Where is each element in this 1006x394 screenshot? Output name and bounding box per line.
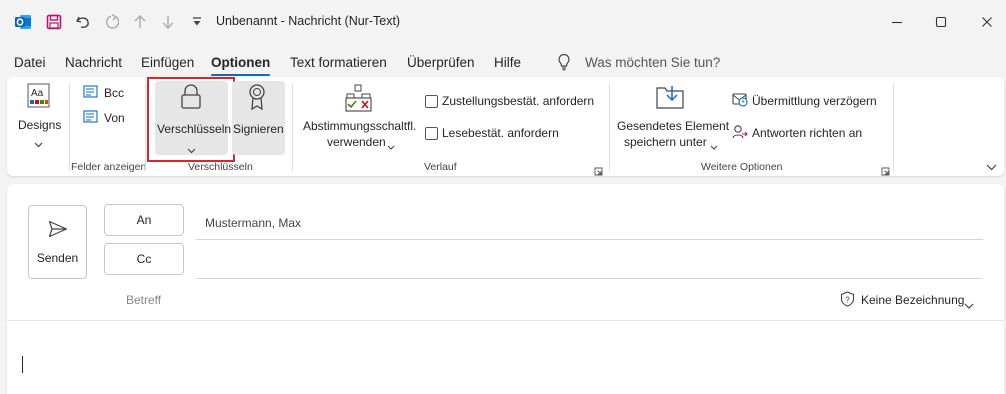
send-button[interactable]: Senden (28, 205, 87, 279)
tab-text-formatieren[interactable]: Text formatieren (290, 55, 387, 70)
to-button[interactable]: An (104, 204, 184, 236)
minimize-icon[interactable] (874, 6, 920, 38)
tell-me-search[interactable]: Was möchten Sie tun? (585, 55, 720, 70)
to-field-underline (196, 239, 983, 240)
bcc-icon (83, 85, 99, 104)
ribbon-panel: Aa Designs Bcc Von Felder anzeigen Versc… (7, 77, 1004, 176)
svg-text:?: ? (845, 296, 850, 305)
dialog-launcher-icon[interactable] (881, 163, 890, 176)
designs-button[interactable]: Designs (18, 118, 61, 132)
tab-hilfe[interactable]: Hilfe (494, 55, 521, 70)
svg-text:Aa: Aa (31, 88, 44, 99)
tab-nachricht[interactable]: Nachricht (65, 55, 122, 70)
group-label-felder: Felder anzeigen (71, 161, 147, 173)
delay-delivery-icon (732, 92, 748, 112)
voting-chevron-icon[interactable] (387, 138, 395, 156)
save-icon[interactable] (43, 11, 65, 33)
bcc-button[interactable]: Bcc (104, 86, 124, 100)
sign-button[interactable]: Signieren (233, 122, 284, 136)
group-label-weitere: Weitere Optionen (701, 161, 783, 173)
ribbon-tabs: Datei Nachricht Einfügen Optionen Text f… (0, 52, 1006, 76)
from-button[interactable]: Von (104, 111, 125, 125)
maximize-icon[interactable] (918, 6, 964, 38)
title-bar: Unbenannt - Nachricht (Nur-Text) (0, 0, 1006, 44)
tab-datei[interactable]: Datei (14, 55, 46, 70)
delivery-receipt-checkbox[interactable] (425, 95, 438, 108)
lock-icon (180, 84, 202, 115)
read-receipt-label[interactable]: Lesebestät. anfordern (442, 126, 559, 140)
down-arrow-icon[interactable] (157, 11, 179, 33)
tab-ueberpruefen[interactable]: Überprüfen (407, 55, 475, 70)
redo-icon[interactable] (100, 11, 122, 33)
lightbulb-icon (556, 53, 572, 76)
designs-icon: Aa (27, 83, 51, 114)
tab-optionen[interactable]: Optionen (211, 55, 271, 76)
group-label-verschluesseln: Verschlüsseln (188, 161, 253, 173)
group-divider (292, 83, 293, 171)
group-divider (145, 83, 146, 171)
save-sent-chevron-icon[interactable] (710, 138, 718, 156)
direct-replies-icon (732, 124, 748, 145)
send-label: Senden (36, 250, 79, 265)
delivery-receipt-label[interactable]: Zustellungsbestät. anfordern (442, 94, 594, 108)
read-receipt-checkbox[interactable] (425, 127, 438, 140)
voting-buttons-line2[interactable]: verwenden (327, 135, 386, 149)
compose-pane: Senden An Cc Mustermann, Max Betreff ? K… (7, 184, 1004, 394)
cc-field[interactable] (196, 246, 983, 274)
save-sent-item-line2[interactable]: speichern unter (624, 135, 707, 149)
subject-label: Betreff (126, 293, 162, 307)
group-label-verlauf: Verlauf (424, 161, 457, 173)
up-arrow-icon[interactable] (129, 11, 151, 33)
encrypt-chevron-icon[interactable] (187, 141, 196, 159)
text-cursor (22, 356, 23, 373)
group-divider (69, 83, 70, 171)
tab-einfuegen[interactable]: Einfügen (141, 55, 194, 70)
window-title: Unbenannt - Nachricht (Nur-Text) (216, 14, 401, 28)
sensitivity-chevron-icon[interactable] (964, 296, 974, 314)
cc-button[interactable]: Cc (104, 243, 184, 275)
ribbon-award-icon (247, 83, 267, 116)
cc-field-underline (196, 278, 983, 279)
sensitivity-shield-icon: ? (840, 291, 855, 312)
send-icon (48, 220, 68, 241)
dialog-launcher-icon[interactable] (594, 163, 603, 176)
outlook-app-icon (12, 11, 34, 33)
encrypt-button[interactable]: Verschlüsseln (157, 122, 231, 136)
voting-buttons-icon (345, 84, 373, 117)
undo-icon[interactable] (72, 11, 94, 33)
direct-replies-button[interactable]: Antworten richten an (752, 126, 862, 140)
voting-buttons-button[interactable]: Abstimmungsschaltfl. (303, 119, 416, 133)
delay-delivery-button[interactable]: Übermittlung verzögern (752, 94, 877, 108)
save-sent-item-button[interactable]: Gesendetes Element (617, 119, 729, 133)
from-icon (83, 110, 99, 129)
group-divider (893, 83, 894, 171)
message-body[interactable] (7, 321, 1004, 394)
close-icon[interactable] (964, 6, 1006, 38)
designs-chevron-icon[interactable] (34, 135, 43, 153)
group-divider (609, 83, 610, 171)
ribbon-expand-chevron-icon[interactable] (986, 158, 997, 176)
customize-qat-icon[interactable] (186, 11, 208, 33)
sensitivity-label-dropdown[interactable]: Keine Bezeichnung (861, 293, 964, 307)
to-field[interactable]: Mustermann, Max (205, 216, 301, 230)
subject-field[interactable] (205, 286, 825, 312)
save-sent-item-icon (655, 84, 685, 115)
